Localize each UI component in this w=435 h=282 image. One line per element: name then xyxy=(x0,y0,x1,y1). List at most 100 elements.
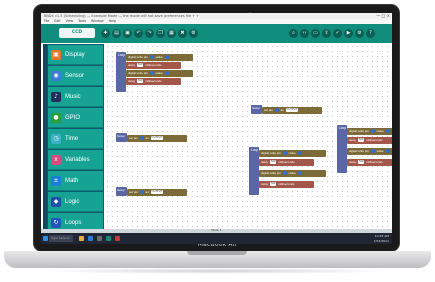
taskbar-clock[interactable]: 10:45 AM 7/22/2021 xyxy=(374,234,389,243)
save-icon[interactable]: ▣ xyxy=(123,29,132,38)
digital-write-block[interactable]: digital write pin value xyxy=(259,150,326,157)
new-icon[interactable]: ✚ xyxy=(101,29,110,38)
settings-icon[interactable]: ⚙ xyxy=(189,29,198,38)
category-logic[interactable]: ◆ Logic xyxy=(48,192,103,212)
check-icon[interactable]: ✓ xyxy=(333,29,342,38)
sidebar-scrollbar[interactable] xyxy=(43,44,47,230)
maximize-button[interactable]: □ xyxy=(382,13,386,18)
category-label: Logic xyxy=(65,199,80,205)
gear-icon[interactable]: ⚙ xyxy=(355,29,364,38)
value-dropdown[interactable] xyxy=(385,149,390,154)
pin-mode-block[interactable]: set pin as OUTPUT xyxy=(262,107,322,114)
open-icon[interactable]: ▤ xyxy=(112,29,121,38)
display-icon: ▣ xyxy=(51,50,61,60)
pin-dropdown[interactable] xyxy=(282,151,287,156)
blocks-workspace[interactable]: Loop digital write pin value delay 500 m… xyxy=(105,44,392,230)
digital-write-block[interactable]: digital write pin value xyxy=(126,54,193,61)
delay-value[interactable]: 500 xyxy=(358,138,365,143)
pin-dropdown[interactable] xyxy=(370,129,375,134)
app2-taskbar-icon[interactable] xyxy=(115,236,120,241)
delete-icon[interactable]: ✖ xyxy=(178,29,187,38)
digital-write-label: digital write pin xyxy=(261,171,281,175)
value-dropdown[interactable] xyxy=(297,151,302,156)
delay-block[interactable]: delay 500 milliseconds xyxy=(126,62,181,69)
digital-write-block[interactable]: digital write pin value xyxy=(259,170,326,177)
minimize-button[interactable]: — xyxy=(376,13,380,18)
category-math[interactable]: ± Math xyxy=(48,171,103,191)
loop-block[interactable]: Loop xyxy=(249,147,259,195)
mode-dropdown[interactable]: OUTPUT xyxy=(285,108,299,113)
mode-dropdown[interactable]: OUTPUT xyxy=(150,136,164,141)
delay-label: delay xyxy=(349,138,357,142)
value-dropdown[interactable] xyxy=(164,55,169,60)
delay-value[interactable]: 500 xyxy=(137,79,144,84)
menu-edit[interactable]: Edit xyxy=(54,19,60,23)
help-icon[interactable]: ? xyxy=(366,29,375,38)
paste-icon[interactable]: ▦ xyxy=(167,29,176,38)
app-taskbar-icon[interactable] xyxy=(106,236,111,241)
digital-write-block[interactable]: digital write pin value xyxy=(347,148,392,155)
pin-dropdown[interactable] xyxy=(149,71,154,76)
delay-value[interactable]: 500 xyxy=(358,160,365,165)
menu-tools[interactable]: Tools xyxy=(78,19,86,23)
menu-window[interactable]: Window xyxy=(91,19,104,23)
ms-label: milliseconds xyxy=(145,63,162,67)
delay-block[interactable]: delay 500 milliseconds xyxy=(126,78,181,85)
delay-value[interactable]: 500 xyxy=(270,182,277,187)
redo-icon[interactable]: ↷ xyxy=(145,29,154,38)
setup-block[interactable]: Setup xyxy=(116,133,127,142)
category-music[interactable]: ♪ Music xyxy=(48,87,103,107)
digital-write-label: digital write pin xyxy=(349,129,369,133)
music-icon: ♪ xyxy=(51,92,61,102)
copy-icon[interactable]: ❐ xyxy=(156,29,165,38)
setup-block[interactable]: Setup xyxy=(116,187,127,196)
zoom-icon[interactable]: ⌕ xyxy=(289,29,298,38)
pin-dropdown[interactable] xyxy=(370,149,375,154)
edge-icon[interactable] xyxy=(88,236,93,241)
menu-file[interactable]: File xyxy=(44,19,49,23)
delay-block[interactable]: delay 500 milliseconds xyxy=(259,181,314,188)
delay-block[interactable]: delay 500 milliseconds xyxy=(259,159,314,166)
as-label: as xyxy=(145,190,149,194)
delay-block[interactable]: delay 500 milliseconds xyxy=(347,137,392,144)
upload-icon[interactable]: ⇪ xyxy=(322,29,331,38)
value-dropdown[interactable] xyxy=(385,129,390,134)
pin-mode-block[interactable]: set pin as OUTPUT xyxy=(127,189,187,196)
setup-block[interactable]: Setup xyxy=(251,105,262,114)
delay-label: delay xyxy=(349,160,357,164)
loop-block[interactable]: Loop xyxy=(337,125,347,173)
pin-dropdown[interactable] xyxy=(274,108,279,113)
taskbar-search[interactable]: Type here to search xyxy=(49,235,73,244)
pin-mode-block[interactable]: set pin as OUTPUT xyxy=(127,135,187,142)
file-explorer-icon[interactable] xyxy=(79,236,84,241)
category-variables[interactable]: x Variables xyxy=(48,150,103,170)
mode-dropdown[interactable]: OUTPUT xyxy=(150,190,164,195)
value-dropdown[interactable] xyxy=(297,171,302,176)
pin-dropdown[interactable] xyxy=(282,171,287,176)
pin-dropdown[interactable] xyxy=(139,190,144,195)
category-gpio[interactable]: ● GPIO xyxy=(48,108,103,128)
menu-help[interactable]: Help xyxy=(109,19,116,23)
digital-write-block[interactable]: digital write pin value xyxy=(347,128,392,135)
category-display[interactable]: ▣ Display xyxy=(48,45,103,65)
store-icon[interactable] xyxy=(97,236,102,241)
value-dropdown[interactable] xyxy=(164,71,169,76)
loop-block[interactable]: Loop xyxy=(116,52,126,92)
windows-start-icon[interactable] xyxy=(43,236,48,241)
close-button[interactable]: × xyxy=(387,13,390,18)
delay-value[interactable]: 500 xyxy=(137,63,144,68)
code-icon[interactable]: ‹› xyxy=(300,29,309,38)
menu-view[interactable]: View xyxy=(66,19,74,23)
category-time[interactable]: ◷ Time xyxy=(48,129,103,149)
undo-icon[interactable]: ↶ xyxy=(134,29,143,38)
laptop-base xyxy=(4,251,431,268)
taskbar: Type here to search 10:45 AM 7/22/2021 xyxy=(41,233,392,244)
folder-icon[interactable]: ▭ xyxy=(311,29,320,38)
delay-value[interactable]: 500 xyxy=(270,160,277,165)
delay-block[interactable]: delay 500 milliseconds xyxy=(347,159,392,166)
run-icon[interactable]: ▶ xyxy=(344,29,353,38)
pin-dropdown[interactable] xyxy=(149,55,154,60)
category-sensor[interactable]: ◉ Sensor xyxy=(48,66,103,86)
digital-write-block[interactable]: digital write pin value xyxy=(126,70,193,77)
pin-dropdown[interactable] xyxy=(139,136,144,141)
